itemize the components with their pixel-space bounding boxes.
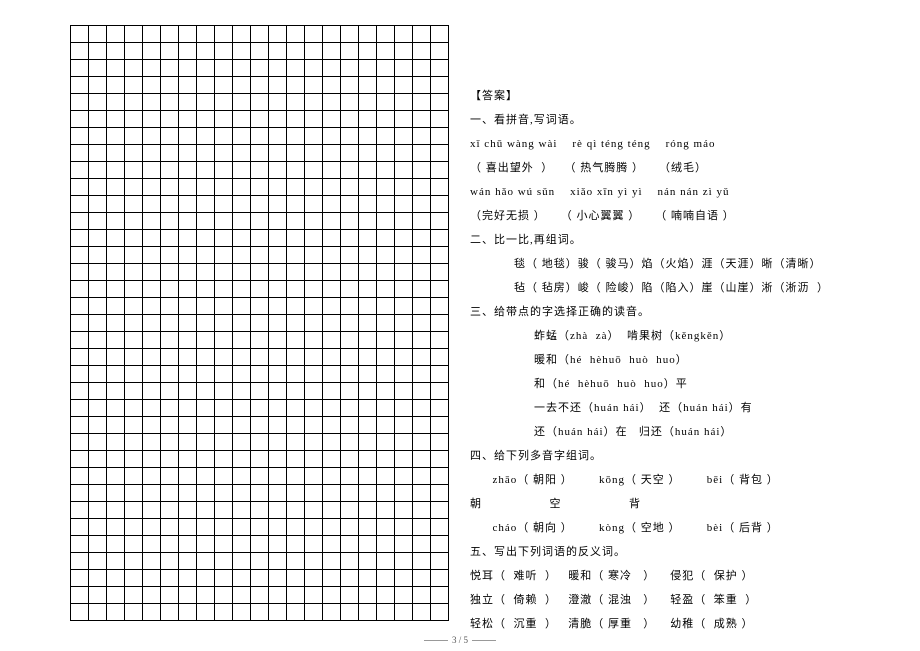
- s1-line4: （完好无损 ） （ 小心翼翼 ） （ 喃喃自语 ）: [470, 205, 900, 227]
- section-5-title: 五、写出下列词语的反义词。: [470, 541, 900, 563]
- writing-grid: [70, 25, 449, 621]
- s3-line5: 还（huán hái）在 归还（huán hái）: [470, 421, 900, 443]
- s4-line3: cháo（ 朝向 ） kòng（ 空地 ） bèi（ 后背 ）: [470, 517, 900, 539]
- section-4-title: 四、给下列多音字组词。: [470, 445, 900, 467]
- s1-line1: xǐ chū wàng wài rè qì téng téng róng máo: [470, 133, 900, 155]
- footer-rule-right: [472, 640, 496, 641]
- s5-line2: 独立（ 倚赖 ） 澄澈（ 混浊 ） 轻盈（ 笨重 ）: [470, 589, 900, 611]
- section-2-title: 二、比一比,再组词。: [470, 229, 900, 251]
- s3-line2: 暖和（hé hèhuō huò huo）: [470, 349, 900, 371]
- answers-heading: 【答案】: [470, 85, 900, 107]
- s3-line4: 一去不还（huán hái） 还（huán hái）有: [470, 397, 900, 419]
- s2-line2: 毡（ 毡房）峻（ 险峻）陷（陷入）崖（山崖）淅（淅沥 ）: [470, 277, 900, 299]
- s5-line1: 悦耳（ 难听 ） 暖和（ 寒冷 ） 侵犯（ 保护 ）: [470, 565, 900, 587]
- section-1-title: 一、看拼音,写词语。: [470, 109, 900, 131]
- s4-line2: 朝 空 背: [470, 493, 900, 515]
- s2-line1: 毯（ 地毯）骏（ 骏马）焰（火焰）涯（天涯）晰（清晰）: [470, 253, 900, 275]
- s5-line3: 轻松（ 沉重 ） 清脆（ 厚重 ） 幼稚（ 成熟 ）: [470, 613, 900, 635]
- footer-rule-left: [424, 640, 448, 641]
- answers-content: 【答案】 一、看拼音,写词语。 xǐ chū wàng wài rè qì té…: [460, 0, 920, 651]
- page-number: 3 / 5: [452, 635, 468, 645]
- s3-line1: 蚱蜢（zhà zà） 啃果树（kěngkěn）: [470, 325, 900, 347]
- writing-grid-area: [0, 0, 460, 651]
- s1-line2: （ 喜出望外 ） （ 热气腾腾 ） （绒毛）: [470, 157, 900, 179]
- s3-line3: 和（hé hèhuō huò huo）平: [470, 373, 900, 395]
- section-3-title: 三、给带点的字选择正确的读音。: [470, 301, 900, 323]
- s1-line3: wán hǎo wú sǔn xiǎo xīn yì yì nán nán zì…: [470, 181, 900, 203]
- page-footer: 3 / 5: [424, 635, 496, 645]
- s4-line1: zhāo（ 朝阳 ） kōng（ 天空 ） bēi（ 背包 ）: [470, 469, 900, 491]
